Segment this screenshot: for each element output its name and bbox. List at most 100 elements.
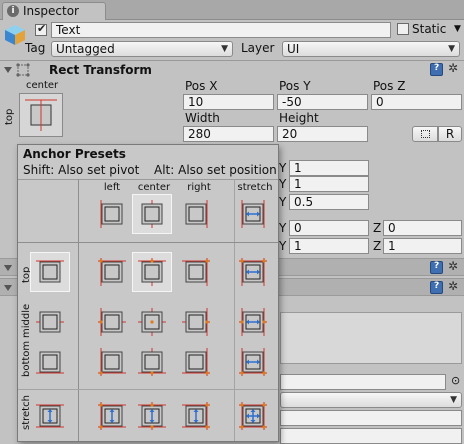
anchor-horizontal-label: center [26,80,59,91]
gear-icon[interactable]: ✲ [448,61,458,75]
rect-transform-icon [15,62,31,81]
preset-stretch-none[interactable] [30,396,70,436]
y-label: Y [279,177,287,191]
object-picker-icon[interactable]: ⊙ [451,374,460,387]
scale-y-input[interactable]: 1 [289,238,369,254]
rect-transform-title: Rect Transform [49,63,152,77]
inspector-tab[interactable]: i Inspector [2,2,106,20]
font-field[interactable] [280,374,446,390]
preset-stretch-stretch[interactable] [233,396,273,436]
info-icon: i [7,5,19,17]
chevron-down-icon: ▼ [450,395,457,405]
pos-z-input[interactable]: 0 [371,94,462,110]
anchor-top-stretch-icon [239,258,267,286]
preset-middle-none[interactable] [30,302,70,342]
preset-top-none[interactable] [30,252,70,292]
height-input[interactable]: 20 [277,126,368,142]
blueprint-mode-button[interactable] [412,126,438,142]
anchor-preset-button[interactable] [19,93,63,137]
font-size-field[interactable] [280,410,462,426]
preset-middle-left[interactable] [92,302,132,342]
z-label: Z [373,221,382,235]
help-book-icon[interactable] [430,281,443,294]
collapse-triangle-icon[interactable] [4,67,12,73]
anchor-min-y-input[interactable]: 1 [289,160,369,176]
anchor-stretch-left-icon [98,402,126,430]
preset-bottom-center[interactable] [132,342,172,382]
anchor-middle-none-icon [36,311,64,333]
help-book-icon[interactable] [430,261,443,274]
preset-bottom-none[interactable] [30,342,70,382]
rotation-y-input[interactable]: 0 [289,220,369,236]
anchor-max-y-input[interactable]: 1 [289,176,369,192]
preset-stretch-left[interactable] [92,396,132,436]
gameobject-cube-icon [3,23,27,50]
rotation-z-input[interactable]: 0 [383,220,462,236]
height-label: Height [279,111,319,125]
preset-middle-stretch[interactable] [233,302,273,342]
anchor-none-right-icon [185,200,208,228]
preset-none-left[interactable] [92,194,132,234]
preset-bottom-left[interactable] [92,342,132,382]
popup-title: Anchor Presets [23,147,126,161]
tag-label: Tag [25,41,46,55]
layer-dropdown[interactable]: UI ▼ [282,41,460,57]
anchor-top-none-icon [36,260,64,283]
tag-value: Untagged [56,42,115,56]
divider [78,179,79,441]
column-label-right: right [187,182,211,193]
object-name-input[interactable]: Text [51,22,391,38]
tag-dropdown[interactable]: Untagged ▼ [51,41,233,57]
preset-none-stretch[interactable] [233,194,273,234]
preset-none-right[interactable] [176,194,216,234]
static-checkbox[interactable] [397,23,409,35]
preset-top-left[interactable] [92,252,132,292]
anchor-stretch-none-icon [36,404,64,428]
y-label: Y [279,221,287,235]
width-input[interactable]: 280 [183,126,274,142]
anchor-middle-right-icon [182,308,210,336]
preset-stretch-right[interactable] [176,396,216,436]
font-style-dropdown[interactable]: ▼ [280,392,462,408]
preset-top-right[interactable] [176,252,216,292]
alt-hint: Alt: Also set position [154,163,277,177]
layer-label: Layer [241,41,275,55]
divider [18,242,278,243]
shift-hint: Shift: Also set pivot [23,163,140,177]
gear-icon[interactable]: ✲ [448,279,458,293]
preset-none-center[interactable] [132,194,172,234]
preset-stretch-center[interactable] [132,396,172,436]
anchor-top-center-icon [138,258,166,286]
raw-edit-button[interactable]: R [438,126,462,142]
preset-top-stretch[interactable] [233,252,273,292]
preset-middle-center[interactable] [132,302,172,342]
anchor-presets-popup[interactable]: Anchor Presets Shift: Also set pivot Alt… [17,144,279,442]
y-label: Y [279,239,287,253]
anchor-bottom-none-icon [36,351,64,374]
collapse-triangle-icon[interactable] [4,285,12,291]
column-label-left: left [103,182,121,193]
text-area[interactable] [280,312,462,364]
anchor-top-right-icon [182,258,210,286]
help-book-icon[interactable] [430,63,443,76]
checkmark-icon: ✔ [37,22,47,35]
preset-bottom-stretch[interactable] [233,342,273,382]
gear-icon[interactable]: ✲ [448,259,458,273]
tab-title: Inspector [23,4,79,18]
anchor-top-center-icon [25,99,57,131]
pos-y-input[interactable]: -50 [277,94,368,110]
pivot-y-input[interactable]: 0.5 [289,194,369,210]
static-dropdown-icon[interactable]: ▼ [454,24,461,34]
anchor-stretch-center-icon [138,402,166,430]
raw-edit-label: R [445,127,455,141]
z-label: Z [373,239,382,253]
preset-middle-right[interactable] [176,302,216,342]
pos-z-label: Pos Z [373,79,406,93]
preset-bottom-right[interactable] [176,342,216,382]
anchor-top-left-icon [98,258,126,286]
preset-top-center[interactable] [132,252,172,292]
scale-z-input[interactable]: 1 [383,238,462,254]
column-label-center: center [137,182,171,193]
active-checkbox[interactable]: ✔ [35,22,47,36]
pos-x-input[interactable]: 10 [183,94,274,110]
